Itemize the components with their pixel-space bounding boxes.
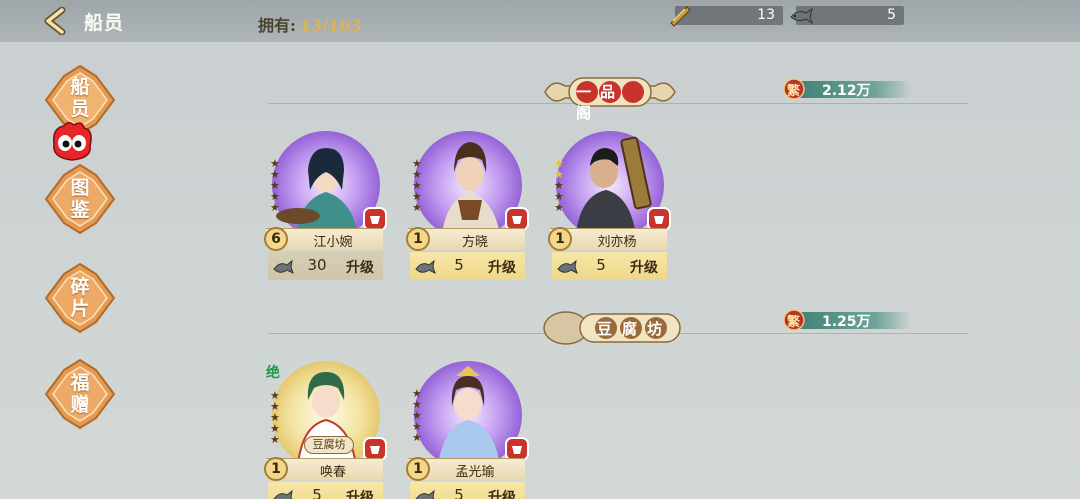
crew-card-huanchun[interactable]: 绝 ★ ★ ★ ★ ★ 豆腐坊 1 唤春 5 升级	[264, 360, 387, 499]
level-badge: 6	[264, 227, 288, 251]
nav-codex[interactable]: 图 鉴	[44, 163, 116, 235]
resource-scroll: 13	[670, 6, 783, 27]
nav-gifts[interactable]: 福 赠	[44, 358, 116, 430]
owned-label: 拥有:	[258, 16, 296, 35]
shop-tag: 豆腐坊	[304, 436, 354, 454]
level-badge: 1	[548, 227, 572, 251]
upgrade-cost: 5	[312, 486, 322, 499]
nav-codex-label: 图 鉴	[44, 177, 116, 221]
crew-card-liuyiyang[interactable]: ★ ★ ★ ★ ★ 1 刘亦杨 5 升级	[548, 130, 671, 290]
level-badge: 1	[406, 227, 430, 251]
income-value: 1.25万	[822, 314, 871, 330]
upgrade-label: 升级	[488, 490, 516, 499]
income-doufufang: 繁 1.25万	[782, 309, 912, 331]
crew-name: 孟光瑜	[455, 465, 495, 480]
crew-card-jiangxiaowan[interactable]: ★ ★ ★ ★ ★ 6 江小婉 30 升级	[264, 130, 387, 290]
chevron-left-icon	[44, 6, 66, 36]
nav-fragments[interactable]: 碎 片	[44, 262, 116, 334]
fish-icon	[557, 259, 578, 274]
fish-icon	[273, 489, 293, 499]
nav-crew-label: 船 员	[44, 76, 116, 120]
scroll-icon	[670, 6, 691, 27]
crew-name: 唤春	[319, 465, 346, 480]
upgrade-button[interactable]: 5 升级	[552, 252, 667, 280]
section-badge-doufufang: 豆腐坊	[542, 306, 686, 350]
star-icon: ★	[412, 431, 422, 444]
star-icon: ★	[554, 201, 564, 214]
upgrade-button[interactable]: 5 升级	[410, 482, 525, 499]
level-badge: 1	[264, 457, 288, 481]
star-rating: ★ ★ ★ ★ ★	[554, 158, 568, 213]
page-title: 船员	[84, 12, 125, 34]
badge-yipinge-text: 一品阁	[576, 83, 625, 122]
income-yipinge: 繁 2.12万	[782, 78, 912, 100]
grade-glyph: 绝	[266, 365, 280, 381]
prosperity-coin-glyph: 繁	[787, 84, 801, 99]
resource-fish: 5	[790, 6, 904, 25]
prosperity-coin-glyph: 繁	[787, 315, 801, 330]
upgrade-button[interactable]: 30 升级	[268, 252, 383, 280]
owned-counter: 拥有: 13/163	[258, 12, 361, 36]
crew-card-mengguangyu[interactable]: ★ ★ ★ ★ ★ 1 孟光瑜 5 升级	[406, 360, 529, 499]
star-rating: ★ ★ ★ ★ ★	[412, 158, 426, 213]
star-icon: ★	[412, 201, 422, 214]
crew-name: 方晓	[461, 235, 488, 250]
upgrade-button[interactable]: 5 升级	[268, 482, 383, 499]
nav-fragments-text: 碎 片	[70, 276, 90, 320]
star-rating: ★ ★ ★ ★ ★	[270, 390, 284, 445]
star-rating: ★ ★ ★ ★ ★	[270, 158, 284, 213]
resource-scroll-value: 13	[757, 7, 775, 23]
fish-icon	[790, 7, 813, 25]
upgrade-cost: 5	[454, 256, 464, 274]
resource-fish-value: 5	[887, 7, 896, 23]
back-button[interactable]	[42, 6, 72, 36]
fish-icon	[415, 259, 436, 274]
section-badge-yipinge: 一品阁	[535, 72, 685, 122]
star-icon: ★	[270, 433, 280, 446]
mascot-icon	[52, 122, 92, 161]
fish-icon	[415, 489, 435, 499]
nav-crew-text: 船 员	[70, 76, 90, 120]
upgrade-label: 升级	[630, 260, 658, 276]
crew-name: 江小婉	[313, 235, 353, 250]
upgrade-label: 升级	[346, 490, 374, 499]
crew-name: 刘亦杨	[597, 235, 637, 250]
nav-codex-text: 图 鉴	[70, 177, 90, 221]
star-rating: ★ ★ ★ ★ ★	[412, 388, 426, 443]
star-icon: ★	[270, 201, 280, 214]
upgrade-label: 升级	[488, 260, 516, 276]
owned-count: 13/163	[299, 16, 362, 35]
top-bar: 船员 拥有: 13/163 13 5	[0, 0, 1080, 42]
prosperity-coin-icon: 繁	[782, 309, 806, 331]
upgrade-cost: 30	[307, 256, 327, 274]
nav-gifts-label: 福 赠	[44, 372, 116, 416]
fish-icon	[273, 259, 294, 274]
nav-fragments-label: 碎 片	[44, 276, 116, 320]
crew-card-fangxiao[interactable]: ★ ★ ★ ★ ★ 1 方晓 5 升级	[406, 130, 529, 290]
nav-gifts-text: 福 赠	[70, 372, 90, 416]
level-badge: 1	[406, 457, 430, 481]
badge-doufufang-text: 豆腐坊	[597, 320, 673, 338]
upgrade-button[interactable]: 5 升级	[410, 252, 525, 280]
upgrade-label: 升级	[346, 260, 374, 276]
upgrade-cost: 5	[454, 486, 464, 499]
upgrade-cost: 5	[596, 256, 606, 274]
prosperity-coin-icon: 繁	[782, 78, 806, 100]
income-value: 2.12万	[822, 83, 871, 99]
